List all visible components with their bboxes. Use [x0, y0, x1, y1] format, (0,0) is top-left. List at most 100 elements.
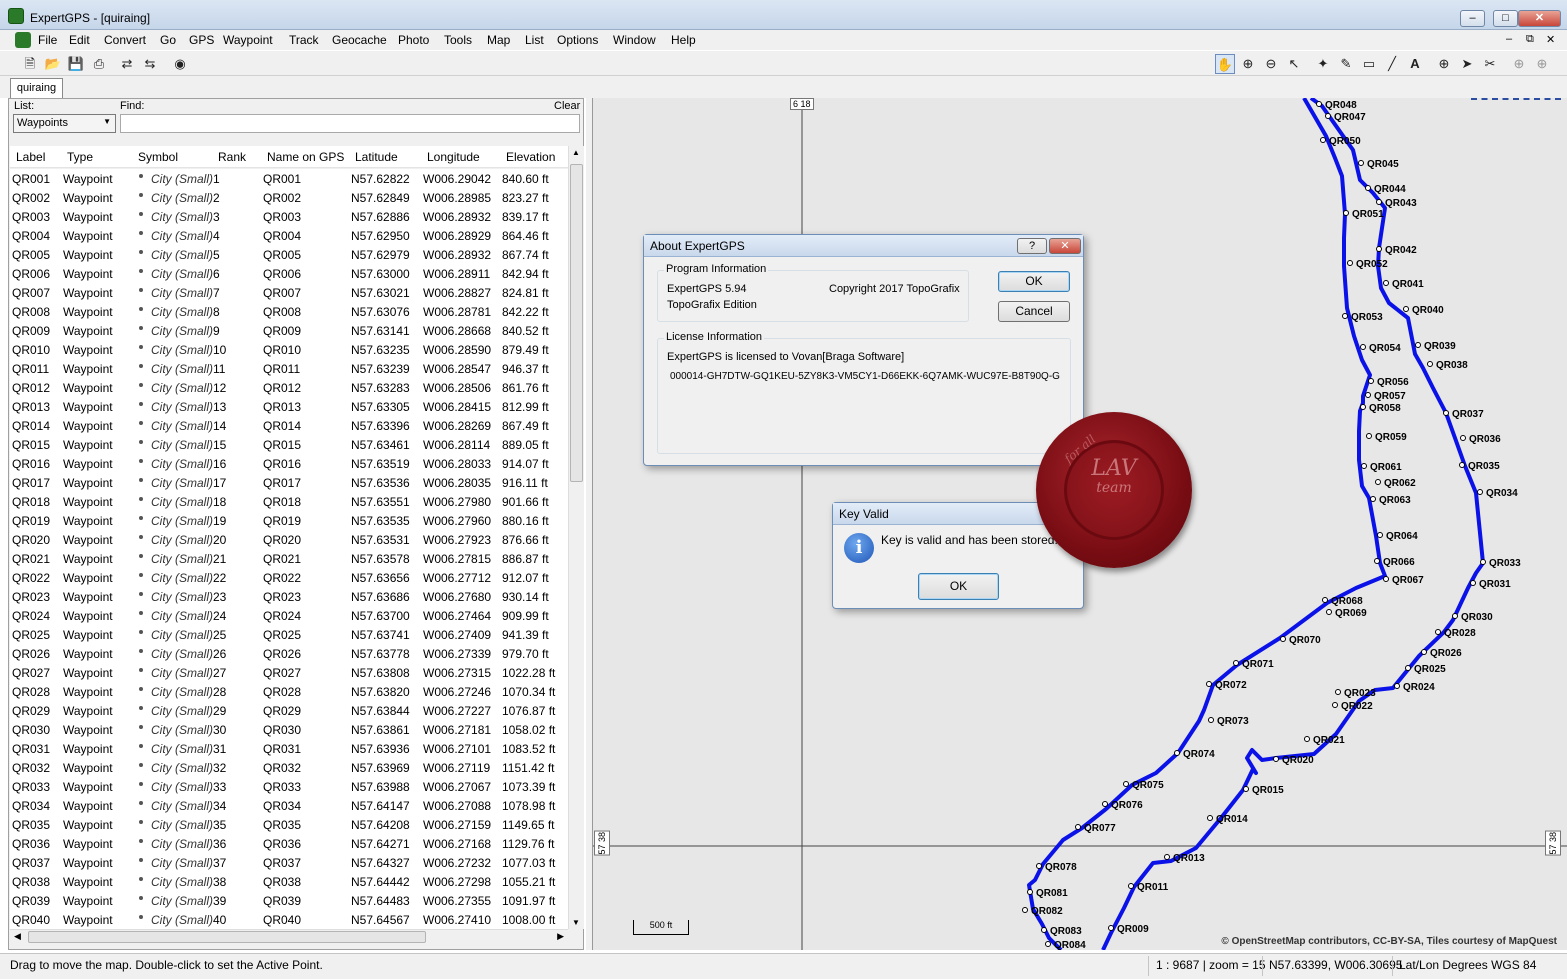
- table-row[interactable]: QR008 Waypoint City (Small) 8 QR008 N57.63076…: [10, 302, 568, 321]
- table-row[interactable]: QR036 Waypoint City (Small) 36 QR036 N57.6427…: [10, 834, 568, 853]
- ok-button[interactable]: OK: [998, 271, 1070, 292]
- table-row[interactable]: QR020 Waypoint City (Small) 20 QR020 N57.6353…: [10, 530, 568, 549]
- table-row[interactable]: QR006 Waypoint City (Small) 6 QR006 N57.63000…: [10, 264, 568, 283]
- minimize-button[interactable]: –: [1460, 10, 1485, 27]
- table-row[interactable]: QR003 Waypoint City (Small) 3 QR003 N57.62886…: [10, 207, 568, 226]
- table-row[interactable]: QR027 Waypoint City (Small) 27 QR027 N57.6380…: [10, 663, 568, 682]
- table-row[interactable]: QR001 Waypoint City (Small) 1 QR001 N57.62822…: [10, 169, 568, 188]
- send-to-gps-icon[interactable]: ⇆: [140, 54, 160, 74]
- table-row[interactable]: QR018 Waypoint City (Small) 18 QR018 N57.6355…: [10, 492, 568, 511]
- rectangle-select-icon[interactable]: ▭: [1359, 54, 1379, 74]
- table-row[interactable]: QR031 Waypoint City (Small) 31 QR031 N57.6393…: [10, 739, 568, 758]
- col-rank[interactable]: Rank: [218, 150, 246, 164]
- maximize-button[interactable]: □: [1493, 10, 1518, 27]
- table-row[interactable]: QR030 Waypoint City (Small) 30 QR030 N57.6386…: [10, 720, 568, 739]
- table-row[interactable]: QR024 Waypoint City (Small) 24 QR024 N57.6370…: [10, 606, 568, 625]
- table-row[interactable]: QR016 Waypoint City (Small) 16 QR016 N57.6351…: [10, 454, 568, 473]
- table-row[interactable]: QR029 Waypoint City (Small) 29 QR029 N57.6384…: [10, 701, 568, 720]
- menu-track[interactable]: Track: [289, 33, 319, 47]
- col-longitude[interactable]: Longitude: [427, 150, 480, 164]
- table-row[interactable]: QR040 Waypoint City (Small) 40 QR040 N57.6456…: [10, 910, 568, 929]
- text-tool-icon[interactable]: A: [1405, 54, 1425, 74]
- menu-options[interactable]: Options: [557, 33, 598, 47]
- scroll-up-icon[interactable]: ▲: [572, 148, 580, 157]
- menu-window[interactable]: Window: [613, 33, 656, 47]
- menu-help[interactable]: Help: [671, 33, 696, 47]
- hand-pan-icon[interactable]: ✋: [1215, 54, 1235, 74]
- menu-gps[interactable]: GPS: [189, 33, 214, 47]
- table-row[interactable]: QR028 Waypoint City (Small) 28 QR028 N57.6382…: [10, 682, 568, 701]
- menu-file[interactable]: File: [38, 33, 57, 47]
- table-row[interactable]: QR026 Waypoint City (Small) 26 QR026 N57.6377…: [10, 644, 568, 663]
- col-elevation[interactable]: Elevation: [506, 150, 555, 164]
- scroll-right-icon[interactable]: ▶: [557, 931, 564, 942]
- zoom-in-icon[interactable]: ⊕: [1238, 54, 1258, 74]
- menu-waypoint[interactable]: Waypoint: [223, 33, 273, 47]
- table-row[interactable]: QR002 Waypoint City (Small) 2 QR002 N57.62849…: [10, 188, 568, 207]
- mdi-restore-button[interactable]: ⧉: [1526, 33, 1534, 46]
- table-row[interactable]: QR009 Waypoint City (Small) 9 QR009 N57.63141…: [10, 321, 568, 340]
- col-symbol[interactable]: Symbol: [138, 150, 178, 164]
- table-row[interactable]: QR025 Waypoint City (Small) 25 QR025 N57.6374…: [10, 625, 568, 644]
- close-button[interactable]: ✕: [1518, 10, 1561, 27]
- list-type-select[interactable]: Waypoints ▼: [13, 114, 116, 133]
- menu-convert[interactable]: Convert: [104, 33, 146, 47]
- col-name-on-gps[interactable]: Name on GPS: [267, 150, 344, 164]
- mdi-close-button[interactable]: ✕: [1546, 33, 1555, 46]
- find-input[interactable]: [120, 114, 580, 133]
- table-row[interactable]: QR019 Waypoint City (Small) 19 QR019 N57.6353…: [10, 511, 568, 530]
- zoom-out-icon[interactable]: ⊖: [1261, 54, 1281, 74]
- col-label[interactable]: Label: [16, 150, 45, 164]
- col-latitude[interactable]: Latitude: [355, 150, 398, 164]
- table-row[interactable]: QR005 Waypoint City (Small) 5 QR005 N57.62979…: [10, 245, 568, 264]
- receive-from-gps-icon[interactable]: ⇄: [117, 54, 137, 74]
- menu-edit[interactable]: Edit: [69, 33, 90, 47]
- clear-link[interactable]: Clear: [554, 100, 580, 112]
- new-file-icon[interactable]: 🗎: [20, 54, 40, 74]
- binoculars-icon[interactable]: ◉: [170, 54, 190, 74]
- pencil-icon[interactable]: ✎: [1336, 54, 1356, 74]
- scroll-down-icon[interactable]: ▼: [572, 918, 580, 927]
- table-row[interactable]: QR022 Waypoint City (Small) 22 QR022 N57.6365…: [10, 568, 568, 587]
- table-row[interactable]: QR014 Waypoint City (Small) 14 QR014 N57.6339…: [10, 416, 568, 435]
- menu-photo[interactable]: Photo: [398, 33, 429, 47]
- open-folder-icon[interactable]: 📂: [43, 54, 63, 74]
- table-row[interactable]: QR033 Waypoint City (Small) 33 QR033 N57.6398…: [10, 777, 568, 796]
- menu-go[interactable]: Go: [160, 33, 176, 47]
- print-icon[interactable]: ⎙: [89, 54, 109, 74]
- crosshair-icon[interactable]: ⊕: [1434, 54, 1454, 74]
- table-row[interactable]: QR039 Waypoint City (Small) 39 QR039 N57.6448…: [10, 891, 568, 910]
- about-close-button[interactable]: ✕: [1049, 238, 1081, 254]
- menu-geocache[interactable]: Geocache: [332, 33, 387, 47]
- table-row[interactable]: QR035 Waypoint City (Small) 35 QR035 N57.6420…: [10, 815, 568, 834]
- key-valid-ok-button[interactable]: OK: [918, 573, 999, 600]
- vertical-scroll-thumb[interactable]: [570, 164, 583, 482]
- mdi-minimize-button[interactable]: –: [1506, 33, 1512, 45]
- table-row[interactable]: QR011 Waypoint City (Small) 11 QR011 N57.6323…: [10, 359, 568, 378]
- table-row[interactable]: QR023 Waypoint City (Small) 23 QR023 N57.6368…: [10, 587, 568, 606]
- menu-tools[interactable]: Tools: [444, 33, 472, 47]
- table-row[interactable]: QR017 Waypoint City (Small) 17 QR017 N57.6353…: [10, 473, 568, 492]
- save-icon[interactable]: 💾: [66, 54, 86, 74]
- table-row[interactable]: QR010 Waypoint City (Small) 10 QR010 N57.6323…: [10, 340, 568, 359]
- help-button[interactable]: ?: [1017, 238, 1047, 254]
- horizontal-scroll-thumb[interactable]: [28, 931, 426, 943]
- scroll-left-icon[interactable]: ◀: [14, 931, 21, 942]
- table-row[interactable]: QR007 Waypoint City (Small) 7 QR007 N57.63021…: [10, 283, 568, 302]
- table-row[interactable]: QR034 Waypoint City (Small) 34 QR034 N57.6414…: [10, 796, 568, 815]
- table-row[interactable]: QR012 Waypoint City (Small) 12 QR012 N57.6328…: [10, 378, 568, 397]
- tab-quiraing[interactable]: quiraing: [10, 78, 63, 98]
- table-row[interactable]: QR013 Waypoint City (Small) 13 QR013 N57.6330…: [10, 397, 568, 416]
- split-track-icon[interactable]: ✂: [1480, 54, 1500, 74]
- measure-line-icon[interactable]: ╱: [1382, 54, 1402, 74]
- table-row[interactable]: QR004 Waypoint City (Small) 4 QR004 N57.62950…: [10, 226, 568, 245]
- add-waypoint-icon[interactable]: ✦: [1313, 54, 1333, 74]
- cancel-button[interactable]: Cancel: [998, 301, 1070, 322]
- menu-list[interactable]: List: [525, 33, 544, 47]
- move-point-icon[interactable]: ➤: [1457, 54, 1477, 74]
- table-row[interactable]: QR037 Waypoint City (Small) 37 QR037 N57.6432…: [10, 853, 568, 872]
- table-row[interactable]: QR038 Waypoint City (Small) 38 QR038 N57.6444…: [10, 872, 568, 891]
- menu-map[interactable]: Map: [487, 33, 510, 47]
- table-row[interactable]: QR032 Waypoint City (Small) 32 QR032 N57.6396…: [10, 758, 568, 777]
- col-type[interactable]: Type: [67, 150, 93, 164]
